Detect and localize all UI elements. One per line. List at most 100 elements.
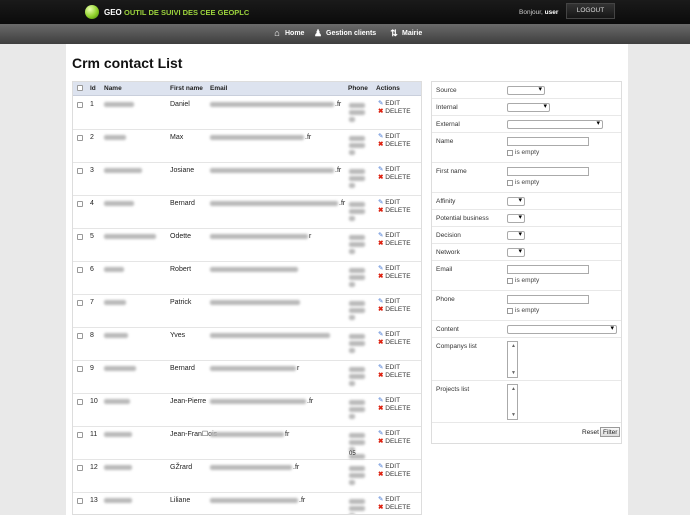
email-input[interactable] — [507, 265, 589, 274]
header-email[interactable]: Email — [210, 85, 227, 92]
scroll-up-icon[interactable]: ▲ — [511, 386, 516, 392]
row-edit[interactable]: ✎ EDIT — [378, 198, 400, 206]
row-delete[interactable]: ✖ DELETE — [378, 272, 411, 280]
network-select[interactable] — [507, 247, 525, 257]
row-checkbox[interactable] — [77, 333, 83, 339]
row-id: 8 — [90, 332, 94, 339]
pencil-icon: ✎ — [378, 397, 384, 404]
row-edit[interactable]: ✎ EDIT — [378, 231, 400, 239]
row-delete[interactable]: ✖ DELETE — [378, 206, 411, 214]
home-icon: ⌂ — [274, 28, 280, 38]
row-checkbox[interactable] — [77, 267, 83, 273]
row-delete[interactable]: ✖ DELETE — [378, 437, 411, 445]
header-first-name[interactable]: First name — [170, 85, 203, 92]
row-delete[interactable]: ✖ DELETE — [378, 239, 411, 247]
scroll-up-icon[interactable]: ▲ — [511, 343, 516, 349]
delete-label: DELETE — [385, 108, 411, 115]
nav-clients[interactable]: ♟ Gestion clients — [313, 28, 376, 38]
source-select[interactable] — [507, 85, 545, 95]
row-delete[interactable]: ✖ DELETE — [378, 503, 411, 511]
row-delete[interactable]: ✖ DELETE — [378, 404, 411, 412]
row-edit[interactable]: ✎ EDIT — [378, 462, 400, 470]
filter-projects-list: Projects list ▲ ▼ — [432, 381, 621, 423]
row-checkbox[interactable] — [77, 399, 83, 405]
row-checkbox[interactable] — [77, 300, 83, 306]
row-edit[interactable]: ✎ EDIT — [378, 132, 400, 140]
delete-label: DELETE — [385, 174, 411, 181]
nav-home-label: Home — [285, 29, 305, 37]
row-checkbox[interactable] — [77, 201, 83, 207]
name-input[interactable] — [507, 137, 589, 146]
row-delete[interactable]: ✖ DELETE — [378, 338, 411, 346]
filter-email-label: Email — [436, 266, 453, 273]
delete-label: DELETE — [385, 141, 411, 148]
row-edit[interactable]: ✎ EDIT — [378, 165, 400, 173]
row-id: 3 — [90, 167, 94, 174]
header-phone[interactable]: Phone — [348, 85, 368, 92]
row-checkbox[interactable] — [77, 102, 83, 108]
edit-label: EDIT — [385, 496, 401, 503]
reset-button[interactable]: Reset — [582, 429, 599, 436]
row-delete[interactable]: ✖ DELETE — [378, 470, 411, 478]
nav-mairie[interactable]: ⇅ Mairie — [389, 28, 422, 38]
row-delete[interactable]: ✖ DELETE — [378, 107, 411, 115]
row-checkbox[interactable] — [77, 168, 83, 174]
row-checkbox[interactable] — [77, 432, 83, 438]
phone-is-empty-checkbox[interactable] — [507, 307, 513, 314]
internal-select[interactable] — [507, 102, 550, 112]
row-delete[interactable]: ✖ DELETE — [378, 371, 411, 379]
external-select[interactable] — [507, 119, 603, 129]
row-edit[interactable]: ✎ EDIT — [378, 264, 400, 272]
scroll-down-icon[interactable]: ▼ — [511, 412, 516, 418]
name-is-empty-checkbox[interactable] — [507, 149, 513, 156]
row-email-suffix: .fr — [335, 167, 342, 174]
row-edit[interactable]: ✎ EDIT — [378, 495, 400, 503]
email-is-empty-checkbox[interactable] — [507, 277, 513, 284]
table-row: 7 Patrick ✎ EDIT ✖ DELETE — [73, 295, 421, 328]
first-name-is-empty[interactable]: is empty — [507, 179, 539, 186]
edit-label: EDIT — [385, 199, 401, 206]
row-delete[interactable]: ✖ DELETE — [378, 173, 411, 181]
edit-label: EDIT — [385, 397, 401, 404]
select-all-checkbox[interactable] — [77, 85, 83, 91]
name-is-empty[interactable]: is empty — [507, 149, 539, 156]
header-id[interactable]: Id — [90, 85, 96, 92]
row-edit[interactable]: ✎ EDIT — [378, 99, 400, 107]
row-email-suffix: fr — [285, 431, 290, 438]
row-checkbox[interactable] — [77, 498, 83, 504]
row-delete[interactable]: ✖ DELETE — [378, 140, 411, 148]
content-select[interactable] — [507, 324, 617, 334]
decision-select[interactable] — [507, 230, 525, 240]
row-edit[interactable]: ✎ EDIT — [378, 396, 400, 404]
row-checkbox[interactable] — [77, 234, 83, 240]
filter-name-label: Name — [436, 138, 454, 145]
first-name-is-empty-checkbox[interactable] — [507, 179, 513, 186]
affinity-select[interactable] — [507, 196, 525, 206]
nav-home[interactable]: ⌂ Home — [272, 28, 304, 38]
row-delete[interactable]: ✖ DELETE — [378, 305, 411, 313]
row-checkbox[interactable] — [77, 135, 83, 141]
phone-input[interactable] — [507, 295, 589, 304]
logout-button[interactable]: LOGOUT — [566, 3, 615, 19]
header-name[interactable]: Name — [104, 85, 122, 92]
redacted-phone — [349, 374, 365, 379]
redacted-email — [210, 234, 308, 239]
pencil-icon: ✎ — [378, 298, 384, 305]
row-checkbox[interactable] — [77, 465, 83, 471]
delete-x-icon: ✖ — [378, 504, 384, 511]
row-edit[interactable]: ✎ EDIT — [378, 330, 400, 338]
potential-business-select[interactable] — [507, 213, 525, 223]
first-name-input[interactable] — [507, 167, 589, 176]
scroll-down-icon[interactable]: ▼ — [511, 370, 516, 376]
delete-x-icon: ✖ — [378, 174, 384, 181]
pencil-icon: ✎ — [378, 100, 384, 107]
row-edit[interactable]: ✎ EDIT — [378, 363, 400, 371]
companys-listbox[interactable]: ▲ ▼ — [507, 341, 518, 378]
projects-listbox[interactable]: ▲ ▼ — [507, 384, 518, 420]
row-edit[interactable]: ✎ EDIT — [378, 429, 400, 437]
filter-button[interactable]: Filter — [600, 427, 621, 437]
row-edit[interactable]: ✎ EDIT — [378, 297, 400, 305]
row-checkbox[interactable] — [77, 366, 83, 372]
phone-is-empty[interactable]: is empty — [507, 307, 539, 314]
email-is-empty[interactable]: is empty — [507, 277, 539, 284]
